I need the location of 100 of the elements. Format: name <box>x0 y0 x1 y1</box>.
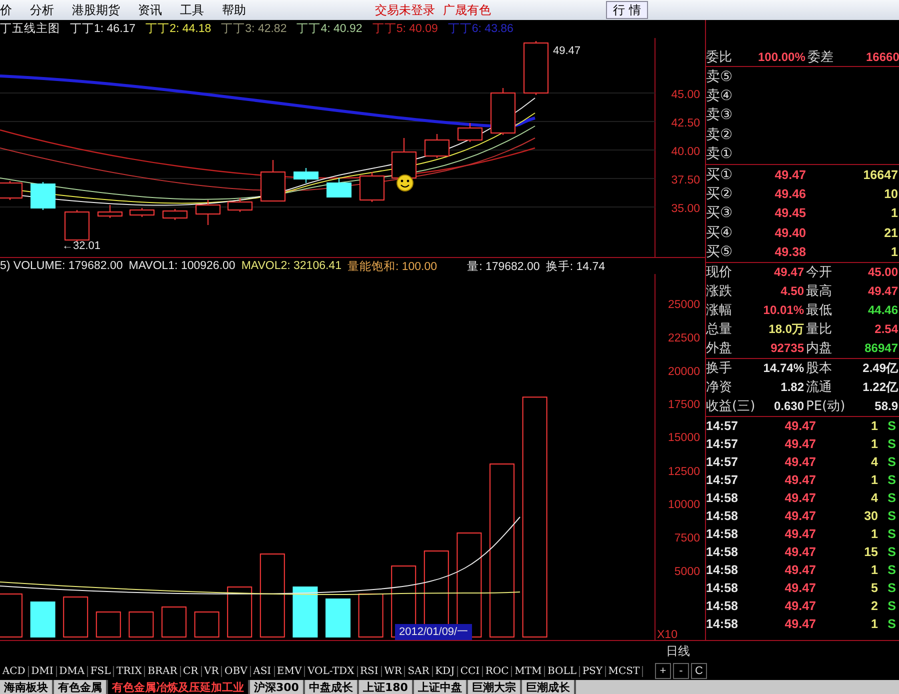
quote-label: 收益(三) <box>706 398 756 416</box>
indicator-tab[interactable]: VOL-TDX <box>305 666 358 676</box>
bid-volume: 1 <box>890 245 899 260</box>
candlestick <box>490 87 516 136</box>
indicator-tab[interactable]: SAR <box>405 666 433 676</box>
quote-value: 10.01% <box>762 302 805 319</box>
indicator-tab[interactable]: FSL <box>88 666 114 676</box>
stock-name: 广晟有色 <box>443 2 491 18</box>
menu-item[interactable]: 帮助 <box>213 2 255 18</box>
candlestick <box>130 207 154 218</box>
order-level-label: 卖④ <box>706 87 734 106</box>
quote-label: 净资 <box>706 378 733 397</box>
order-level-label: 卖③ <box>706 106 734 124</box>
candlestick <box>326 177 352 198</box>
order-level-label: 买③ <box>706 204 734 222</box>
indicator-tab[interactable]: MCST <box>606 666 644 676</box>
candlestick <box>392 137 416 178</box>
sector-tab[interactable]: 中盘成长 <box>304 680 359 694</box>
trade-side: S <box>886 508 896 523</box>
trade-volume: 1 <box>870 418 878 433</box>
indicator-value: 量: 179682.00 <box>467 260 540 274</box>
trade-volume: 15 <box>863 544 878 559</box>
volume-bar <box>227 586 252 638</box>
trade-side: S <box>886 580 896 595</box>
sector-tab[interactable]: 沪深300 <box>250 680 305 694</box>
quote-label: 量比 <box>806 320 833 339</box>
trade-volume: 1 <box>870 562 878 577</box>
menu-item[interactable]: 工具 <box>171 2 213 18</box>
quote-label: 股本 <box>806 360 833 378</box>
trade-time: 14:57 <box>706 418 739 433</box>
axis-label: 10000 <box>668 499 700 511</box>
volume-bar <box>326 598 350 638</box>
quote-label: 委比 <box>706 49 733 67</box>
candlestick <box>294 167 318 184</box>
sector-tab[interactable]: 上证180 <box>358 680 414 694</box>
candlestick <box>228 197 252 212</box>
trade-volume: 5 <box>870 580 878 595</box>
zoom-button[interactable]: - <box>673 663 689 679</box>
indicator-tab[interactable]: ROC <box>483 666 512 676</box>
trade-side: S <box>886 526 896 541</box>
zoom-button[interactable]: + <box>655 663 671 679</box>
indicator-tab[interactable]: PSY <box>580 666 606 676</box>
indicator-value: 换手: 14.74 <box>546 259 605 274</box>
indicator-tab[interactable]: CR <box>180 666 202 676</box>
indicator-value: MAVOL2: 32106.41 <box>241 260 342 272</box>
trade-side: S <box>886 562 896 577</box>
candlestick <box>524 40 548 96</box>
axis-label: 17500 <box>668 399 700 411</box>
sector-tab[interactable]: 海南板块 <box>0 680 54 694</box>
trade-time: 14:58 <box>706 616 739 631</box>
indicator-tab[interactable]: ASI <box>250 666 275 676</box>
quote-value: 58.9 <box>874 398 899 415</box>
indicator-tab[interactable]: MTM <box>512 666 546 676</box>
bid-volume: 21 <box>883 226 899 240</box>
volume-bar <box>30 602 56 638</box>
trade-price: 49.47 <box>784 418 816 433</box>
quote-label: 最高 <box>806 282 833 301</box>
trade-side: S <box>886 418 896 433</box>
date-label: 2012/01/09/一 <box>395 624 472 640</box>
sector-tab[interactable]: 上证中盘 <box>414 680 468 694</box>
volume-bar <box>63 596 88 638</box>
order-level-label: 买① <box>706 166 734 184</box>
indicator-tab[interactable]: ACD <box>0 666 29 676</box>
sector-tab[interactable]: 巨潮大宗 <box>468 680 522 694</box>
menu-item[interactable]: 分析 <box>21 2 63 18</box>
zoom-button[interactable]: C <box>691 663 707 679</box>
indicator-tab[interactable]: OBV <box>222 666 251 676</box>
axis-label: 37.50 <box>671 174 700 186</box>
menu-item[interactable]: 港股期货 <box>63 2 129 18</box>
quote-value: 16660 <box>865 49 899 66</box>
indicator-tab[interactable]: BOLL <box>545 666 580 676</box>
order-level-label: 卖① <box>706 145 734 164</box>
axis-label: 15000 <box>668 432 700 444</box>
quote-value: 49.47 <box>866 282 899 300</box>
indicator-tab[interactable]: CCI <box>458 666 484 676</box>
indicator-tab[interactable]: BRAR <box>145 666 181 676</box>
trade-time: 14:58 <box>706 490 739 505</box>
sector-tab[interactable]: 巨潮成长 <box>522 680 576 694</box>
indicator-tab[interactable]: RSI <box>358 666 382 676</box>
menu-item[interactable]: 价 <box>0 2 21 18</box>
indicator-tab[interactable]: EMV <box>274 666 306 676</box>
quote-label: 今开 <box>806 264 833 282</box>
trade-time: 14:57 <box>706 436 739 451</box>
indicator-tab[interactable]: DMI <box>28 666 57 676</box>
indicator-value: MAVOL1: 100926.00 <box>128 260 236 272</box>
indicator-tab[interactable]: WR <box>382 666 406 676</box>
indicator-tab[interactable]: DMA <box>56 666 88 676</box>
quote-button[interactable]: 行 情 <box>606 1 648 19</box>
menu-item[interactable]: 资讯 <box>129 2 171 18</box>
sector-tab[interactable]: 有色金属冶炼及压延加工业 <box>108 680 250 694</box>
indicator-tab[interactable]: VR <box>202 666 222 676</box>
trade-price: 49.47 <box>784 562 816 577</box>
axis-label: 25000 <box>668 299 700 311</box>
trade-side: S <box>886 598 896 613</box>
indicator-tab[interactable]: KDJ <box>432 666 458 676</box>
indicator-tab[interactable]: TRIX <box>114 666 146 676</box>
candlestick <box>260 159 286 202</box>
quote-value: 49.47 <box>772 264 805 281</box>
bid-price: 49.47 <box>774 168 806 182</box>
candlestick <box>98 204 122 218</box>
